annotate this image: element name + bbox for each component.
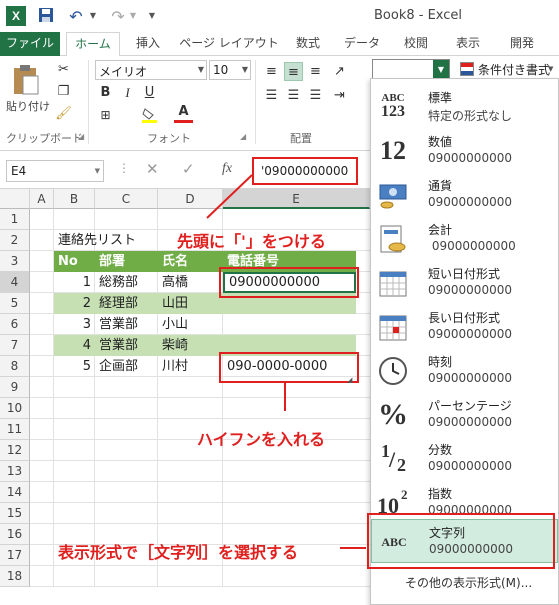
fraction-icon-denominator: 2 <box>397 455 406 475</box>
format-sample: 特定の形式なし <box>428 109 513 123</box>
format-sample: 09000000000 <box>428 459 512 473</box>
general-icon: ABC 123 <box>377 91 409 123</box>
number-format-menu: ABC 123 標準 特定の形式なし 12 数値 09000000000 通貨 … <box>367 78 559 605</box>
format-sample: 09000000000 <box>428 415 512 429</box>
general-icon-digits: 123 <box>381 103 405 120</box>
format-option-currency[interactable]: 通貨 09000000000 <box>371 173 558 217</box>
callout-text-format: 表示形式で［文字列］を選択する <box>58 543 299 562</box>
format-name: 短い日付形式 <box>428 267 501 281</box>
format-sample: 09000000000 <box>428 371 512 385</box>
number-icon: 12 <box>380 136 406 165</box>
currency-icon <box>377 179 409 211</box>
format-name: 会計 <box>428 223 453 237</box>
clock-icon <box>377 355 409 387</box>
format-option-time[interactable]: 時刻 09000000000 <box>371 349 558 393</box>
fraction-icon: 1 / 2 <box>377 441 409 475</box>
format-name: 分数 <box>428 443 453 457</box>
format-option-general[interactable]: ABC 123 標準 特定の形式なし <box>371 85 558 129</box>
fraction-icon-slash: / <box>389 447 396 472</box>
format-sample: 09000000000 <box>428 283 512 297</box>
format-option-percentage[interactable]: % パーセンテージ 09000000000 <box>371 393 558 437</box>
format-sample: 09000000000 <box>428 151 512 165</box>
highlight-box-text-format <box>367 513 555 569</box>
format-sample: 09000000000 <box>428 327 512 341</box>
format-option-long-date[interactable]: 長い日付形式 09000000000 <box>371 305 558 349</box>
callout-hyphen: ハイフンを入れる <box>197 430 326 449</box>
format-name: 数値 <box>428 135 453 149</box>
format-option-fraction[interactable]: 1 / 2 分数 09000000000 <box>371 437 558 481</box>
accounting-icon <box>377 223 409 255</box>
format-option-short-date[interactable]: 短い日付形式 09000000000 <box>371 261 558 305</box>
format-option-accounting[interactable]: 会計 09000000000 <box>371 217 558 261</box>
connector-line <box>206 174 253 219</box>
callout-apostrophe: 先頭に「'」をつける <box>177 232 326 251</box>
long-date-icon <box>377 311 409 343</box>
format-sample: 09000000000 <box>428 195 512 209</box>
format-name: 長い日付形式 <box>428 311 501 325</box>
format-name: パーセンテージ <box>428 399 512 413</box>
format-sample: 09000000000 <box>428 239 516 253</box>
format-name: 通貨 <box>428 179 453 193</box>
more-number-formats-link[interactable]: その他の表示形式(M)... <box>405 574 532 591</box>
percent-icon: % <box>378 398 408 431</box>
format-name: 標準 <box>428 91 453 105</box>
scientific-icon-exponent: 2 <box>401 487 408 502</box>
format-name: 時刻 <box>428 355 453 369</box>
format-name: 指数 <box>428 487 453 501</box>
format-option-number[interactable]: 12 数値 09000000000 <box>371 129 558 173</box>
short-date-icon <box>377 267 409 299</box>
